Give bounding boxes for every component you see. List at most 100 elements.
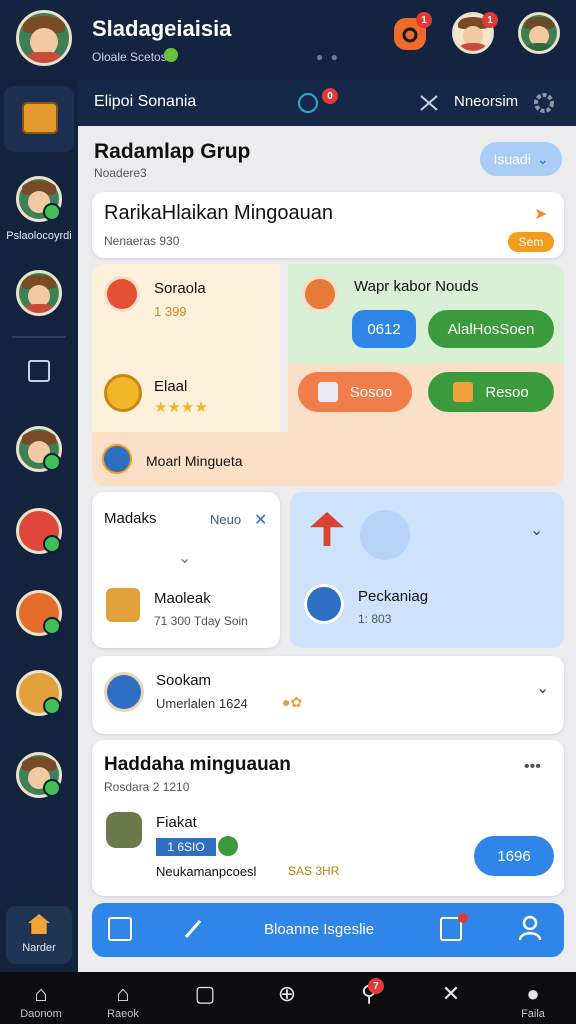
send-icon[interactable]: [418, 92, 440, 114]
calendar-icon[interactable]: [28, 360, 50, 382]
tab-square[interactable]: ▢: [164, 972, 246, 1024]
haddaha-meta: Neukamanpcoesl: [156, 864, 257, 879]
square-icon: ▢: [194, 981, 216, 1006]
group-title: Radamlap Grup: [94, 140, 251, 163]
face-shape: [27, 767, 51, 789]
placeholder-icon: [360, 510, 410, 560]
haddaha-subtitle: Rosdara 2 1210: [104, 780, 190, 794]
gear-icon[interactable]: [532, 91, 556, 115]
book-icon: [317, 382, 338, 402]
shirt-shape: [458, 43, 488, 51]
panel-a-item2-name: Elaal: [154, 378, 188, 395]
subheader-right-label[interactable]: Nneorsim: [454, 93, 518, 110]
rating-stars: ★★★★: [154, 399, 208, 416]
tab-faila[interactable]: ● Faila: [492, 972, 576, 1024]
face-shape: [27, 441, 51, 463]
madaks-item-name: Maoleak: [154, 590, 211, 607]
group-action-button[interactable]: Isuadi ⌄: [480, 142, 562, 176]
red-dot-indicator: [458, 913, 468, 923]
peckaniag-card[interactable]: ⌄ Peckaniag 1: 803: [290, 492, 564, 648]
tab-add[interactable]: ⊕: [246, 972, 328, 1024]
chevron-down-icon[interactable]: ⌄: [178, 548, 191, 568]
character-icon: [104, 276, 140, 312]
madaks-card[interactable]: Madaks Neuo ✕ ⌄ Maoleak 71 300 Tday Soin: [92, 492, 280, 648]
sidebar-chest-tile[interactable]: [4, 86, 74, 152]
sidebar-divider: [12, 336, 66, 338]
check-icon: [218, 836, 238, 856]
haddaha-title: Haddaha minguauan: [104, 754, 291, 775]
notification-badge: 1: [416, 12, 432, 28]
panel-b-btn-green[interactable]: Resoo: [428, 372, 554, 412]
user-icon[interactable]: [518, 915, 542, 941]
chevron-down-icon[interactable]: ⌄: [530, 520, 543, 540]
peckaniag-meta: 1: 803: [358, 612, 392, 626]
haddaha-card[interactable]: Haddaha minguauan ••• Rosdara 2 1210 Fia…: [92, 740, 564, 896]
bottom-action-label[interactable]: Bloanne Isgeslie: [264, 921, 374, 938]
panel-b-btn-left[interactable]: 0612: [352, 310, 416, 348]
leaf-icon: [164, 48, 178, 62]
sidebar-avatar-2[interactable]: [16, 270, 62, 316]
tab-daonom[interactable]: ⌂ Daonom: [0, 972, 82, 1024]
sidebar-home-tile[interactable]: Narder: [6, 906, 72, 964]
panel-b-btn-orange-label: Sosoo: [349, 383, 393, 401]
face-shape: [27, 191, 51, 213]
tab-label: Daonom: [20, 1008, 62, 1020]
panel-b-btn-right[interactable]: AlalHosSoen: [428, 310, 554, 348]
sookam-meta: Umerlalen 1624: [156, 696, 248, 711]
banner-subtitle: Nenaeras 930: [104, 234, 180, 248]
app-title: Sladageiaisia: [92, 16, 232, 41]
refresh-icon[interactable]: [298, 93, 318, 113]
tab-raeok[interactable]: ⌂ Raeok: [82, 972, 164, 1024]
user-icon: ●: [526, 981, 540, 1006]
haddaha-meta-value: SAS 3HR: [288, 864, 340, 878]
banner-card[interactable]: RarikaHlaikan Mingoauan Nenaeras 930 ➤ S…: [92, 192, 564, 258]
more-icon[interactable]: •••: [524, 758, 541, 776]
haddaha-pill-button[interactable]: 1696: [474, 836, 554, 876]
close-icon[interactable]: ✕: [254, 510, 267, 530]
gift-icon[interactable]: [16, 508, 62, 554]
list-icon[interactable]: [108, 917, 132, 941]
progress-chip: 1 6SIO: [156, 838, 216, 856]
secondary-avatar[interactable]: [518, 12, 560, 54]
madaks-item-meta: 71 300 Tday Soin: [154, 614, 248, 628]
arrow-right-icon: ➤: [534, 206, 548, 223]
sidebar-avatar-3[interactable]: [16, 426, 62, 472]
shirt-shape: [524, 43, 554, 51]
sookam-row[interactable]: Sookam Umerlalen 1624 ●✿ ⌄: [92, 656, 564, 734]
dots-icon: ● ●: [316, 50, 340, 64]
shirt-shape: [24, 52, 64, 63]
subheader-left-label[interactable]: Elipoi Sonania: [94, 93, 196, 111]
chevron-down-icon[interactable]: ⌄: [536, 678, 549, 698]
sidebar-home-label: Narder: [22, 942, 56, 954]
pen-icon[interactable]: [182, 917, 204, 941]
coin-icon: [104, 374, 142, 412]
panel-b-btn-green-label: Resoo: [485, 383, 529, 401]
sookam-name: Sookam: [156, 672, 212, 689]
haddaha-item-name: Fiakat: [156, 814, 197, 831]
cross-tools-icon: ✕: [441, 981, 461, 1006]
user-avatar[interactable]: [16, 10, 72, 66]
sidebar-avatar-4[interactable]: [16, 752, 62, 798]
character-icon: [304, 584, 344, 624]
gift-box-icon[interactable]: [16, 590, 62, 636]
home-outline-icon: ⌂: [34, 981, 48, 1006]
panel-a-item1-value: 1 399: [154, 304, 187, 319]
madaks-action[interactable]: Neuo: [210, 512, 241, 527]
panel-b-btn-orange[interactable]: Sosoo: [298, 372, 412, 412]
tab-tools[interactable]: ✕: [410, 972, 492, 1024]
chest-icon: [453, 382, 474, 402]
sidebar-avatar-1[interactable]: [16, 176, 62, 222]
subheader-bar: Elipoi Sonania 0 Nneorsim: [78, 80, 576, 126]
character-icon: [302, 276, 338, 312]
crate-icon[interactable]: [16, 670, 62, 716]
umbrella-icon: [310, 512, 344, 546]
profile-badge: 1: [482, 12, 498, 28]
house-icon: [28, 914, 50, 934]
chest-icon: [22, 102, 58, 134]
group-action-label: Isuadi: [493, 151, 531, 167]
tab-search[interactable]: ⚲ 7: [328, 972, 410, 1024]
character-icon: [104, 672, 144, 712]
sidebar: Pslaolocoyrdi Narder: [0, 80, 78, 972]
banner-title: RarikaHlaikan Mingoauan: [104, 202, 334, 224]
tab-bar: ⌂ Daonom ⌂ Raeok ▢ ⊕ ⚲ 7 ✕ ● Faila: [0, 972, 576, 1024]
